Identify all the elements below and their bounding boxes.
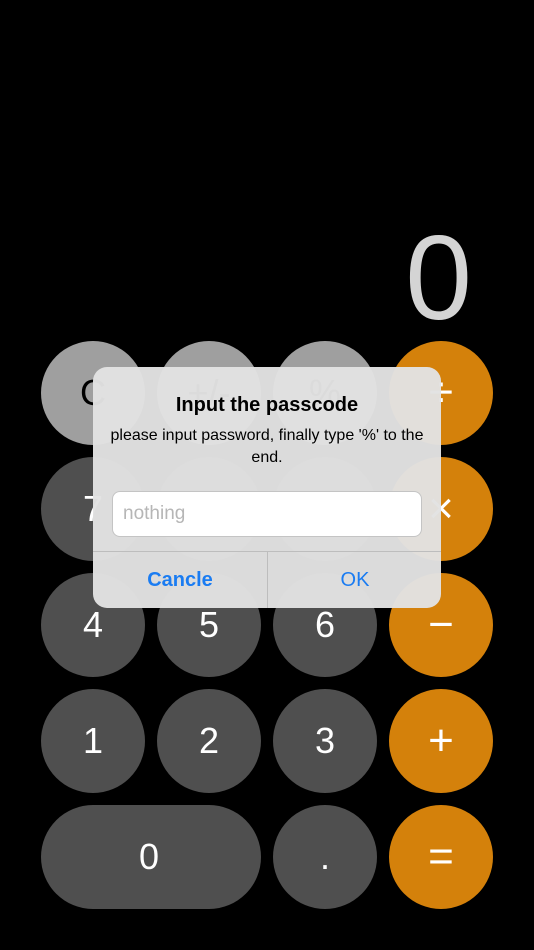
digit-0-key[interactable]: 0 — [41, 805, 261, 909]
alert-title: Input the passcode — [175, 394, 359, 416]
digit-3-key[interactable]: 3 — [273, 689, 377, 793]
digit-2-key[interactable]: 2 — [157, 689, 261, 793]
digit-1-key[interactable]: 1 — [41, 689, 145, 793]
passcode-input[interactable] — [112, 491, 422, 537]
passcode-alert-dialog: Input the passcode please input password… — [93, 367, 441, 608]
decimal-point-key[interactable]: . — [273, 805, 377, 909]
alert-message: please input password, finally type '%' … — [110, 427, 424, 466]
equals-key[interactable]: = — [389, 805, 493, 909]
add-key[interactable]: + — [389, 689, 493, 793]
cancel-button[interactable]: Cancle — [93, 552, 267, 608]
ok-button[interactable]: OK — [268, 552, 441, 608]
calculator-screen: 0 C +/- % ÷ 7 8 9 × 4 5 6 − 1 2 3 + 0 . … — [0, 0, 534, 950]
